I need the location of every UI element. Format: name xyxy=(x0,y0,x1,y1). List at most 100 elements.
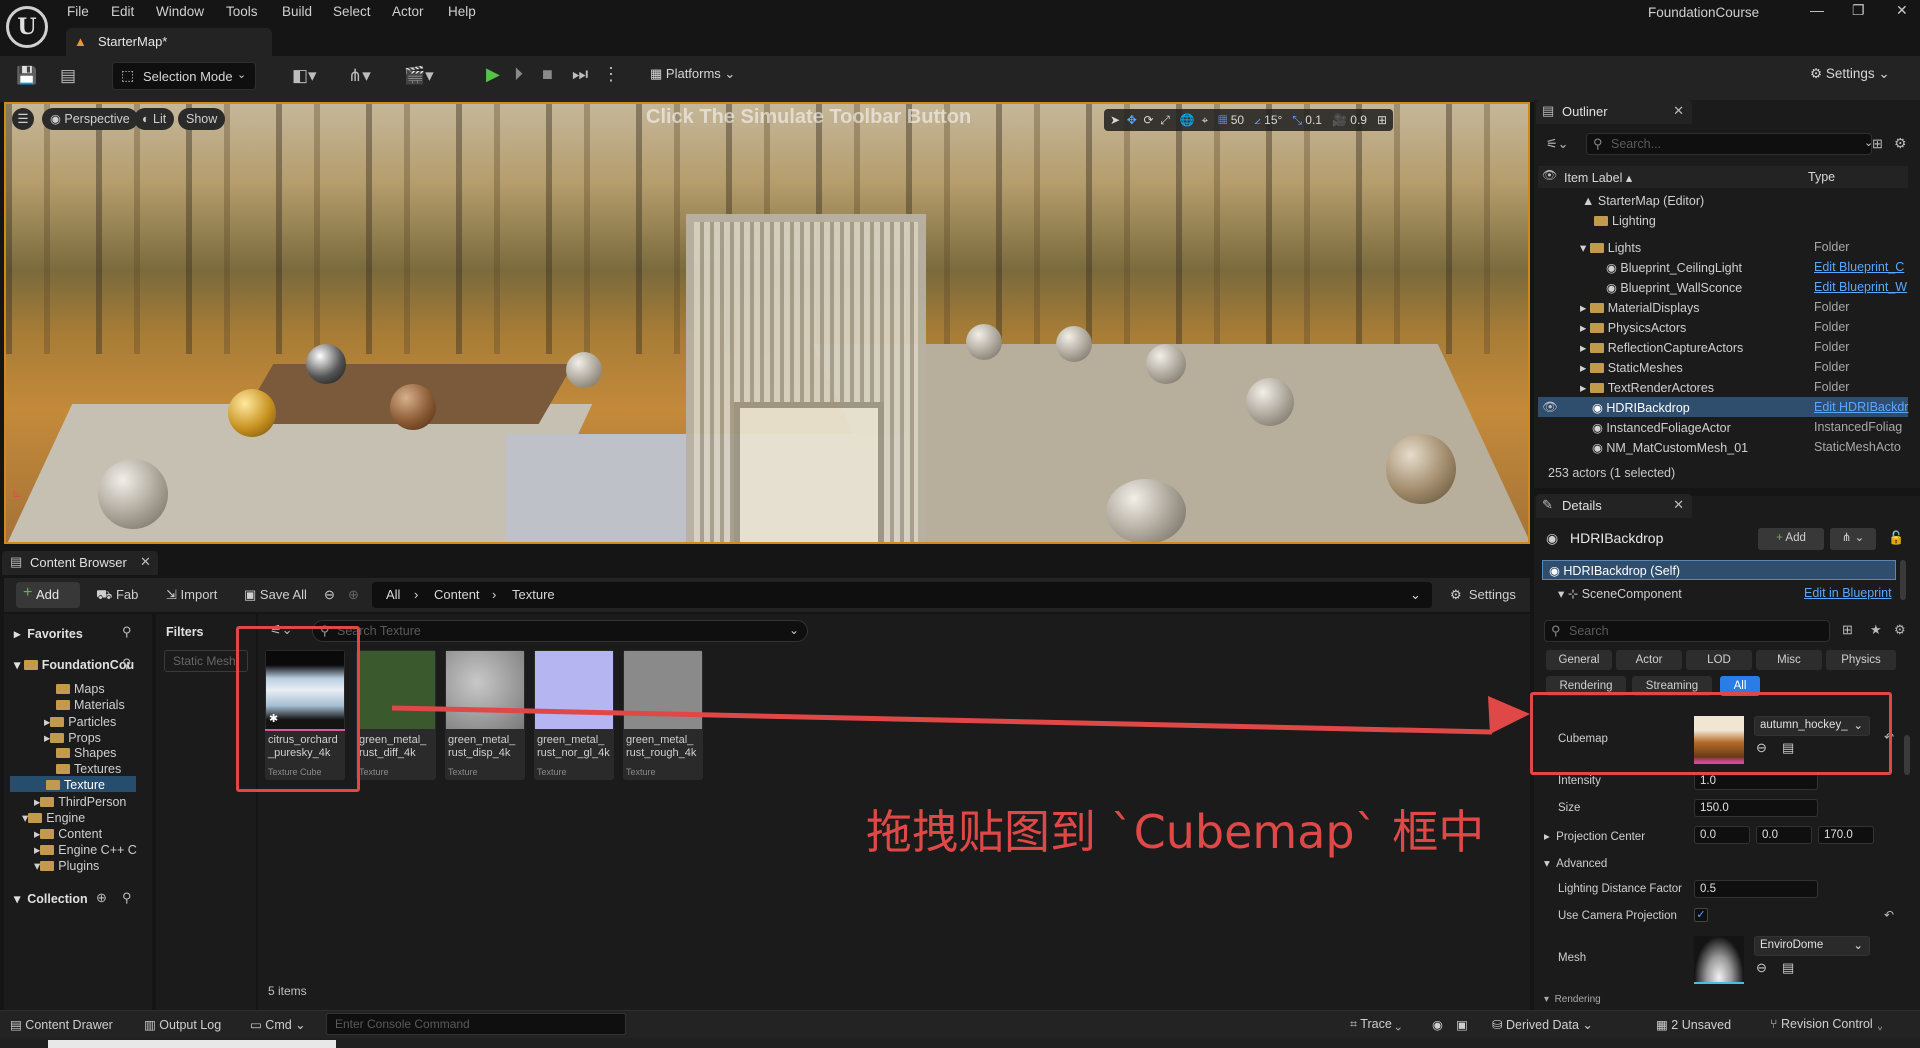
component-self-row[interactable]: ◉ HDRIBackdrop (Self) xyxy=(1542,560,1896,580)
screenshot-icon[interactable]: ▣ xyxy=(1456,1017,1468,1032)
sphere-actor[interactable] xyxy=(1056,326,1092,362)
restore-icon[interactable]: ❐ xyxy=(1852,2,1865,19)
camera-speed-value[interactable]: 0.9 xyxy=(1350,113,1367,127)
item-label-column-header[interactable]: Item Label ▴ xyxy=(1564,170,1632,185)
settings-dropdown[interactable]: ⚙ Settings ⌄ xyxy=(1810,66,1890,82)
menu-actor[interactable]: Actor xyxy=(392,4,424,19)
outliner-row[interactable]: ▲ StarterMap (Editor) xyxy=(1538,191,1908,211)
outliner-row[interactable]: ◉ NM_MatCustomMesh_01 StaticMeshActo xyxy=(1538,437,1908,457)
category-physics[interactable]: Physics xyxy=(1826,650,1896,670)
menu-edit[interactable]: Edit xyxy=(111,4,134,19)
breadcrumb-all[interactable]: All xyxy=(386,587,400,602)
viewport-transform-toolbar[interactable]: ➤ ✥ ⟳ ⤢ 🌐 ⌖ ▦ 50 ∠ 15° ⤡ 0.1 🎥 0.9 ⊞ xyxy=(1104,109,1394,131)
folder-add-icon[interactable]: ⊞ xyxy=(1872,136,1883,152)
outliner-row[interactable]: Lighting xyxy=(1538,211,1908,231)
maximize-viewport-icon[interactable]: ⊞ xyxy=(1377,113,1387,127)
scene-component-row[interactable]: ▾ ⊹ SceneComponent Edit in Blueprint xyxy=(1542,584,1896,604)
outliner-row[interactable]: ▸ ReflectionCaptureActors Folder xyxy=(1538,337,1908,357)
browse-icon[interactable]: ▤ xyxy=(60,66,76,86)
category-general[interactable]: General xyxy=(1546,650,1612,670)
menu-select[interactable]: Select xyxy=(333,4,371,19)
add-collection-icon[interactable]: ⊕ xyxy=(96,890,107,906)
unreal-logo-icon[interactable]: U xyxy=(6,6,48,48)
menu-help[interactable]: Help xyxy=(448,4,476,19)
asset-search-input[interactable]: ⚲ Search Texture ⌄ xyxy=(312,620,808,642)
root-folder-header[interactable]: ▾ FoundationCou xyxy=(14,657,134,672)
tree-item-textures[interactable]: Textures xyxy=(56,762,121,776)
sphere-actor[interactable] xyxy=(566,352,602,388)
document-tab[interactable]: ▲ StarterMap* xyxy=(66,28,272,56)
breadcrumb-content[interactable]: Content xyxy=(434,587,480,602)
scale-snap-value[interactable]: 0.1 xyxy=(1305,113,1322,127)
lock-icon[interactable]: 🔓 xyxy=(1888,530,1904,546)
mesh-thumbnail[interactable] xyxy=(1694,936,1744,984)
sphere-actor[interactable] xyxy=(98,459,168,529)
outliner-search-input[interactable]: ⚲ Search... xyxy=(1586,133,1872,155)
translate-icon[interactable]: ✥ xyxy=(1127,113,1137,127)
details-scrollbar[interactable] xyxy=(1900,560,1906,600)
menu-window[interactable]: Window xyxy=(156,4,204,19)
search-icon[interactable]: ⚲ xyxy=(122,656,132,672)
derived-data-dropdown[interactable]: ⛁ Derived Data ⌄ xyxy=(1492,1017,1593,1032)
tree-item-engine-cpp[interactable]: ▸ Engine C++ C xyxy=(34,842,137,857)
fab-button[interactable]: ⛟ Fab xyxy=(96,587,138,605)
outliner-row[interactable]: ◉ InstancedFoliageActor InstancedFoliag xyxy=(1538,417,1908,437)
chevron-down-icon[interactable]: ⌄ xyxy=(1410,587,1421,603)
outliner-row[interactable]: ▸ StaticMeshes Folder xyxy=(1538,357,1908,377)
category-lod[interactable]: LOD xyxy=(1686,650,1752,670)
sphere-actor[interactable] xyxy=(1386,434,1456,504)
lit-button[interactable]: ◐ Lit xyxy=(134,108,175,130)
category-misc[interactable]: Misc xyxy=(1756,650,1822,670)
revision-control-dropdown[interactable]: ⑂ Revision Control ⌄ xyxy=(1770,1017,1884,1031)
tree-item-engine-content[interactable]: ▸ Content xyxy=(34,826,102,841)
record-icon[interactable]: ◉ xyxy=(1432,1017,1443,1032)
add-actor-icon[interactable]: ◧▾ xyxy=(292,66,317,86)
tree-item-engine[interactable]: ▾ Engine xyxy=(22,810,85,825)
select-icon[interactable]: ➤ xyxy=(1110,113,1120,127)
use-selected-icon[interactable]: ⊖ xyxy=(1756,960,1767,976)
outliner-tab[interactable]: ▤ Outliner ✕ xyxy=(1536,100,1692,124)
perspective-button[interactable]: ◉ Perspective xyxy=(42,108,138,130)
collection-header[interactable]: ▾ Collection xyxy=(14,891,88,906)
favorites-header[interactable]: ▸ Favorites xyxy=(14,626,83,641)
edit-in-blueprint-link[interactable]: Edit in Blueprint xyxy=(1804,586,1892,600)
projection-center-z[interactable]: 170.0 xyxy=(1818,826,1874,844)
sphere-actor[interactable] xyxy=(228,389,276,437)
size-field[interactable]: 150.0 xyxy=(1694,799,1818,817)
output-log-button[interactable]: ▥ Output Log xyxy=(144,1017,221,1032)
scale-icon[interactable]: ⤢ xyxy=(1160,113,1170,127)
path-breadcrumb[interactable]: All › Content › Texture ⌄ xyxy=(372,582,1432,608)
menu-build[interactable]: Build xyxy=(282,4,312,19)
rotation-snap-icon[interactable]: ∠ xyxy=(1254,113,1261,127)
import-button[interactable]: ⇲ Import xyxy=(166,587,217,603)
outliner-row[interactable]: ◉ Blueprint_WallSconce Edit Blueprint_W xyxy=(1538,277,1908,297)
projection-center-label[interactable]: ▸ Projection Center xyxy=(1544,829,1645,843)
trace-dropdown[interactable]: ⌗ Trace ⌄ xyxy=(1350,1017,1401,1032)
breadcrumb-texture[interactable]: Texture xyxy=(512,587,555,602)
close-icon[interactable]: ✕ xyxy=(1673,103,1684,119)
scale-snap-icon[interactable]: ⤡ xyxy=(1292,113,1302,127)
outliner-row[interactable]: ▸ TextRenderActores Folder xyxy=(1538,377,1908,397)
close-icon[interactable]: ✕ xyxy=(140,554,151,570)
mesh-asset-dropdown[interactable]: EnviroDome ⌄ xyxy=(1754,936,1870,956)
sphere-actor[interactable] xyxy=(1146,344,1186,384)
world-icon[interactable]: 🌐 xyxy=(1180,113,1195,127)
rendering-section[interactable]: ▾ Rendering xyxy=(1544,994,1601,1005)
outliner-row[interactable]: ▸ MaterialDisplays Folder xyxy=(1538,297,1908,317)
tree-item-materials[interactable]: Materials xyxy=(56,698,125,712)
outliner-row[interactable]: ▾ Lights Folder xyxy=(1538,237,1908,257)
camera-speed-icon[interactable]: 🎥 xyxy=(1332,113,1347,127)
level-viewport[interactable]: Click The Simulate Toolbar Button ☰ ◉ Pe… xyxy=(4,102,1530,544)
projection-center-y[interactable]: 0.0 xyxy=(1756,826,1812,844)
filter-icon[interactable]: ⚟⌄ xyxy=(1546,136,1569,152)
blueprint-icon[interactable]: ⋔▾ xyxy=(348,66,371,86)
close-window-icon[interactable]: ✕ xyxy=(1896,2,1908,19)
menu-file[interactable]: File xyxy=(67,4,89,19)
save-icon[interactable]: 💾 xyxy=(16,66,37,86)
search-icon[interactable]: ⚲ xyxy=(122,890,132,906)
details-search-input[interactable]: ⚲ Search xyxy=(1544,620,1830,642)
console-input[interactable]: Enter Console Command xyxy=(326,1013,626,1035)
browse-asset-icon[interactable]: ▤ xyxy=(1782,960,1794,976)
cinematics-icon[interactable]: 🎬▾ xyxy=(404,66,434,86)
rotate-icon[interactable]: ⟳ xyxy=(1143,113,1153,127)
